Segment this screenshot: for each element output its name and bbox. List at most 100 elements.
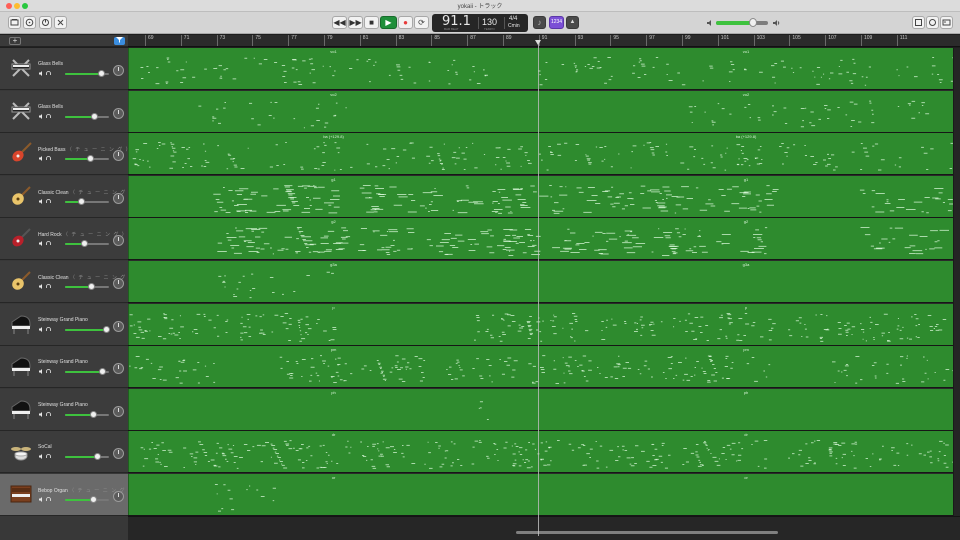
track-header[interactable]: Picked Bass （ チ ュ ー ニ ン グ ） <box>0 133 131 176</box>
metronome-button[interactable]: ▲ <box>566 16 579 29</box>
library-button[interactable] <box>8 16 21 29</box>
track-pan-knob[interactable] <box>113 448 124 460</box>
mute-button[interactable] <box>39 156 44 162</box>
drum-kit-icon[interactable] <box>9 439 33 463</box>
track-lane[interactable]: pp <box>128 303 953 346</box>
solo-button[interactable] <box>46 113 51 119</box>
track-volume-knob[interactable] <box>80 240 88 248</box>
loop-browser-button[interactable] <box>926 16 939 29</box>
track-volume-slider[interactable] <box>65 197 109 205</box>
mute-button[interactable] <box>39 369 44 375</box>
playhead-line[interactable] <box>538 40 539 536</box>
mute-button[interactable] <box>39 241 44 247</box>
track-volume-slider[interactable] <box>65 240 109 248</box>
track-volume-slider[interactable] <box>65 410 109 418</box>
grand-piano-icon[interactable] <box>9 397 33 421</box>
record-button[interactable]: ● <box>398 16 413 29</box>
track-header[interactable]: Glass Bells <box>0 90 128 133</box>
track-pan-knob[interactable] <box>113 320 124 332</box>
track-header[interactable]: Steinway Grand Piano <box>0 388 128 431</box>
track-volume-knob[interactable] <box>78 197 86 205</box>
track-volume-knob[interactable] <box>93 453 101 461</box>
mute-button[interactable] <box>39 326 44 332</box>
solo-button[interactable] <box>46 411 51 417</box>
solo-button[interactable] <box>46 198 51 204</box>
tempo-value[interactable]: 130 <box>482 17 497 27</box>
track-pan-knob[interactable] <box>113 405 124 417</box>
solo-button[interactable] <box>46 241 51 246</box>
track-header[interactable]: SoCal <box>0 431 128 474</box>
track-volume-slider[interactable] <box>65 453 109 461</box>
track-lane[interactable]: g1 g1 <box>128 175 953 218</box>
track-pan-knob[interactable] <box>113 491 124 502</box>
timeline-ruler[interactable]: 69 71 73 75 77 79 81 83 85 87 89 91 93 95 97 99 101 103 10… <box>128 35 960 47</box>
vertical-scrollbar[interactable] <box>953 48 960 516</box>
track-pan-knob[interactable] <box>113 150 124 162</box>
playhead-handle[interactable] <box>535 40 541 45</box>
mute-button[interactable] <box>39 497 44 502</box>
tuner-button[interactable]: ♪ <box>533 16 546 29</box>
track-filter-button[interactable] <box>114 37 125 45</box>
track-lane[interactable]: dr dr <box>128 431 953 474</box>
organ-icon[interactable] <box>9 482 33 506</box>
track-volume-knob[interactable] <box>87 283 95 290</box>
arrange-area[interactable]: vo1 vo1 vo2 vo2 ba (+129.8) ba (+129.8) g1 g1 g2… <box>128 48 953 516</box>
add-track-button[interactable]: + <box>9 37 21 45</box>
mute-button[interactable] <box>39 284 44 289</box>
solo-button[interactable] <box>46 284 51 289</box>
rewind-button[interactable]: ◀◀ <box>332 16 347 29</box>
track-lane[interactable]: ph ph <box>128 388 953 431</box>
editors-button[interactable] <box>54 16 67 29</box>
electric-guitar-icon[interactable] <box>9 269 33 293</box>
track-header[interactable]: Glass Bells <box>0 48 128 90</box>
mute-button[interactable] <box>39 454 44 460</box>
track-volume-slider[interactable] <box>65 496 109 503</box>
smart-controls-button[interactable] <box>39 16 52 29</box>
track-volume-slider[interactable] <box>65 368 109 376</box>
track-pan-knob[interactable] <box>113 65 124 76</box>
track-lane[interactable]: pm pm <box>128 346 953 389</box>
track-volume-slider[interactable] <box>65 112 109 120</box>
track-volume-slider[interactable] <box>65 70 109 77</box>
media-browser-button[interactable] <box>940 16 953 29</box>
track-lane[interactable]: g3a g3a <box>128 261 953 303</box>
solo-button[interactable] <box>46 454 51 459</box>
mute-button[interactable] <box>39 71 44 76</box>
track-volume-slider[interactable] <box>65 283 109 290</box>
grand-piano-icon[interactable] <box>9 354 33 378</box>
solo-button[interactable] <box>46 497 51 502</box>
track-volume-slider[interactable] <box>65 155 109 163</box>
horizontal-scrollbar-thumb[interactable] <box>516 531 778 534</box>
bass-guitar-icon[interactable] <box>9 141 33 165</box>
stop-button[interactable]: ■ <box>364 16 379 29</box>
fast-forward-button[interactable]: ▶▶ <box>348 16 363 29</box>
keyboard-stand-icon[interactable] <box>9 99 33 123</box>
track-volume-knob[interactable] <box>97 70 105 77</box>
track-header[interactable]: Hard Rock （ チ ュ ー ニ ン グ ） <box>0 218 128 261</box>
track-pan-knob[interactable] <box>113 363 124 375</box>
track-volume-slider[interactable] <box>65 325 111 333</box>
track-pan-knob[interactable] <box>113 278 124 289</box>
track-lane[interactable]: g2 g2 <box>128 218 953 261</box>
lcd-display[interactable]: 91.1 BAR BEAT 130 TEMPO 4/4 Cmin <box>432 14 528 32</box>
track-volume-knob[interactable] <box>89 410 97 418</box>
track-lane[interactable]: or or <box>128 474 953 516</box>
track-volume-knob[interactable] <box>89 496 97 503</box>
track-pan-knob[interactable] <box>113 192 124 204</box>
track-volume-knob[interactable] <box>103 325 111 333</box>
play-button[interactable]: ▶ <box>380 16 397 29</box>
track-volume-knob[interactable] <box>99 368 107 376</box>
track-volume-knob[interactable] <box>91 112 99 120</box>
track-lane[interactable]: vo1 vo1 <box>128 48 953 90</box>
track-header[interactable]: Bebop Organ （ チ ュ ー ニ ン グ ） <box>0 474 133 516</box>
mute-button[interactable] <box>39 198 44 204</box>
track-header[interactable]: Steinway Grand Piano <box>0 303 128 346</box>
grand-piano-icon[interactable] <box>9 312 33 336</box>
time-signature[interactable]: 4/4 <box>509 16 517 22</box>
track-volume-knob[interactable] <box>86 155 94 163</box>
track-pan-knob[interactable] <box>113 235 124 247</box>
count-in-button[interactable]: 1234 <box>549 16 564 29</box>
solo-button[interactable] <box>46 71 51 76</box>
track-header[interactable]: Classic Clean （ チ ュ ー ニ ン グ ） <box>0 261 134 303</box>
mute-button[interactable] <box>39 411 44 417</box>
